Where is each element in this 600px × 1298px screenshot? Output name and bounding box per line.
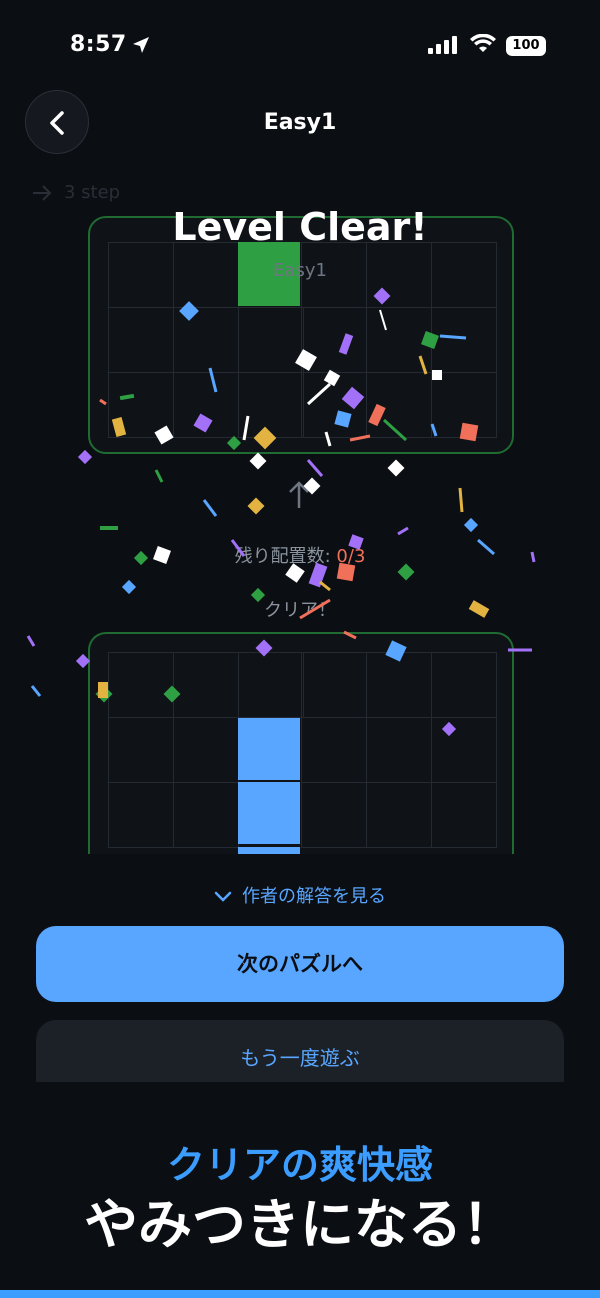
status-time: 8:57 [70, 32, 127, 57]
board-cell[interactable] [301, 717, 367, 783]
board-cell[interactable] [366, 652, 432, 718]
board-cell [173, 372, 239, 438]
remaining-value: 0/3 [336, 546, 366, 567]
step-label: 3 step [64, 182, 121, 203]
promo-title: やみつきになる！ [84, 1193, 516, 1256]
board-cell [173, 307, 239, 373]
board-cell [301, 307, 367, 373]
chevron-down-icon [214, 891, 232, 902]
board-cell[interactable] [366, 717, 432, 783]
wifi-icon [470, 34, 496, 52]
board-cell[interactable] [173, 782, 239, 848]
board-cell [108, 372, 174, 438]
board-cell [238, 307, 304, 373]
board-cell-filled[interactable] [238, 718, 300, 780]
page-title: Easy1 [263, 110, 337, 135]
signal-icon [428, 36, 457, 54]
remaining-label: 残り配置数: [234, 546, 331, 567]
step-counter: 3 step [32, 182, 120, 203]
player-board[interactable] [88, 632, 514, 854]
board-cell[interactable] [173, 717, 239, 783]
board-cell [431, 372, 497, 438]
board-cell[interactable] [366, 782, 432, 848]
board-cell [108, 307, 174, 373]
remaining-placements: 残り配置数: 0/3 [0, 542, 600, 568]
level-clear-title: Level Clear! [172, 205, 428, 249]
board-cell[interactable] [108, 782, 174, 848]
location-arrow-icon [133, 37, 149, 53]
show-answer-link[interactable]: 作者の解答を見る [0, 882, 600, 908]
clear-status-label: クリア！ [264, 600, 336, 621]
board-cell-filled[interactable] [238, 847, 300, 854]
board-cell [366, 307, 432, 373]
board-cell[interactable] [431, 782, 497, 848]
level-clear-subtitle: Easy1 [273, 260, 327, 281]
board-cell[interactable] [108, 652, 174, 718]
board-cell [366, 372, 432, 438]
board-cell[interactable] [108, 717, 174, 783]
board-cell[interactable] [301, 782, 367, 848]
board-cell [238, 372, 304, 438]
board-cell-filled[interactable] [238, 782, 300, 844]
next-puzzle-button[interactable]: 次のパズルへ [36, 926, 564, 1002]
show-answer-label: 作者の解答を見る [242, 886, 386, 907]
board-cell [431, 307, 497, 373]
arrow-up-icon [289, 481, 309, 508]
board-cell[interactable] [173, 652, 239, 718]
board-cell[interactable] [301, 652, 367, 718]
play-again-button[interactable]: もう一度遊ぶ [36, 1020, 564, 1082]
target-board [88, 216, 514, 454]
board-cell[interactable] [238, 652, 304, 718]
bottom-accent-bar [0, 1290, 600, 1298]
board-cell[interactable] [431, 652, 497, 718]
battery-icon: 100 [506, 36, 546, 56]
status-bar: 8:57 100 [0, 0, 600, 90]
arrow-right-icon [33, 185, 52, 201]
board-cell [301, 372, 367, 438]
board-cell[interactable] [431, 717, 497, 783]
